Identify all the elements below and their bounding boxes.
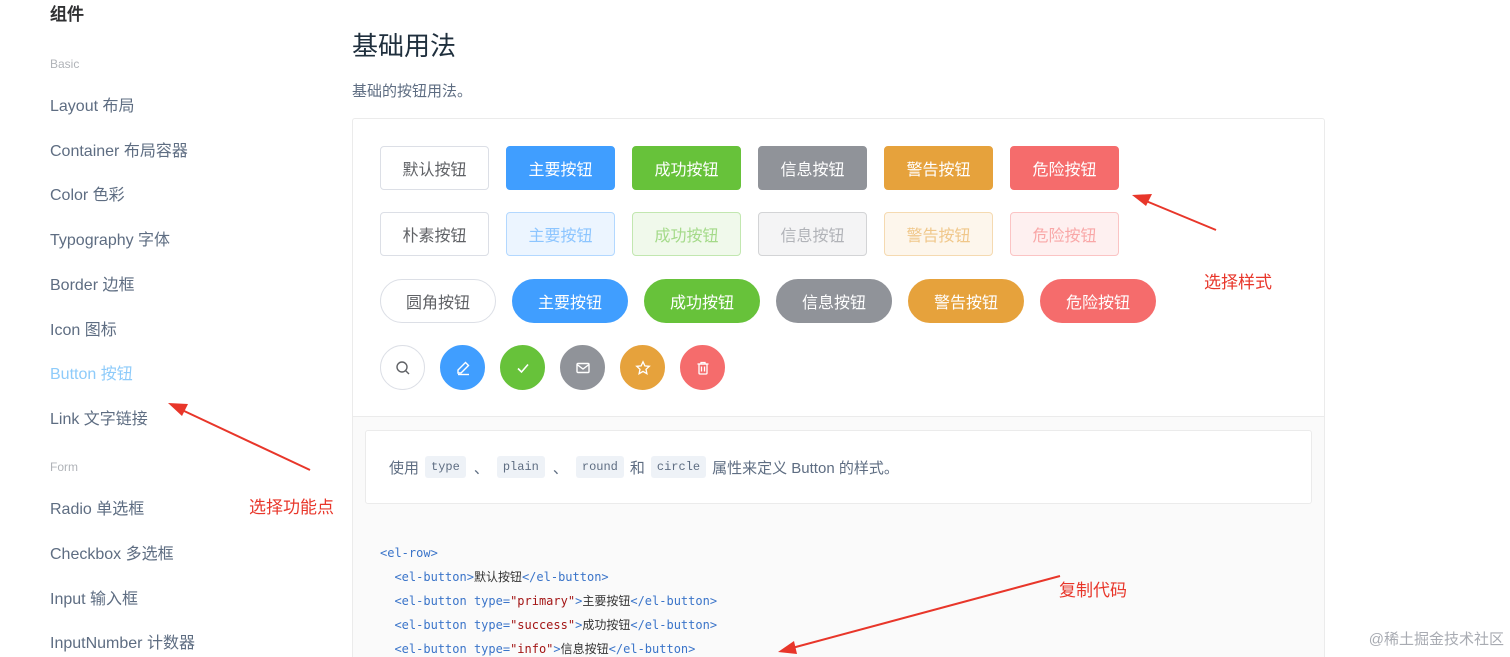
sidebar-item-container[interactable]: Container 布局容器 xyxy=(50,137,188,161)
success-button[interactable]: 成功按钮 xyxy=(632,146,741,190)
code-line: <el-button type="primary">主要按钮</el-butto… xyxy=(394,594,718,608)
round-success-button[interactable]: 成功按钮 xyxy=(644,279,760,323)
main-content: 基础用法 基础的按钮用法。 默认按钮 主要按钮 成功按钮 信息按钮 警告按钮 危… xyxy=(352,0,1510,657)
sidebar-item-icon[interactable]: Icon 图标 xyxy=(50,316,117,340)
plain-success-button[interactable]: 成功按钮 xyxy=(632,212,741,256)
circle-message-button[interactable] xyxy=(560,345,605,390)
message-icon xyxy=(575,362,590,373)
round-button-row: 圆角按钮 主要按钮 成功按钮 信息按钮 警告按钮 危险按钮 xyxy=(380,279,1156,323)
code-line: <el-button>默认按钮</el-button> xyxy=(394,570,609,584)
plain-primary-button[interactable]: 主要按钮 xyxy=(506,212,615,256)
code-plain: plain xyxy=(496,456,545,478)
demo-source: 默认按钮 主要按钮 成功按钮 信息按钮 警告按钮 危险按钮 朴素按钮 主要按钮 … xyxy=(353,119,1324,417)
plain-info-button[interactable]: 信息按钮 xyxy=(758,212,867,256)
sidebar-item-color[interactable]: Color 色彩 xyxy=(50,181,125,205)
plain-danger-button[interactable]: 危险按钮 xyxy=(1010,212,1119,256)
desc-suffix: 属性来定义 Button 的样式。 xyxy=(712,459,899,477)
sidebar-title: 组件 xyxy=(50,5,84,24)
code-round: round xyxy=(575,456,624,478)
annotation-select-style: 选择样式 xyxy=(1204,273,1272,292)
sidebar-group-basic: Basic xyxy=(50,57,80,71)
sidebar-item-input[interactable]: Input 输入框 xyxy=(50,585,138,609)
star-icon xyxy=(634,359,651,375)
sidebar-item-button[interactable]: Button 按钮 xyxy=(50,360,133,384)
edit-icon xyxy=(456,361,469,375)
search-icon xyxy=(395,360,409,374)
circle-check-button[interactable] xyxy=(500,345,545,390)
sidebar-item-checkbox[interactable]: Checkbox 多选框 xyxy=(50,540,174,564)
sidebar-item-radio[interactable]: Radio 单选框 xyxy=(50,495,144,519)
demo-description: 使用 type 、 plain 、 round 和 circle 属性来定义 B… xyxy=(365,430,1312,504)
sidebar: 组件 Basic Layout 布局 Container 布局容器 Color … xyxy=(0,0,330,657)
delete-icon xyxy=(697,361,708,375)
annotation-select-feature: 选择功能点 xyxy=(249,498,334,517)
sidebar-item-layout[interactable]: Layout 布局 xyxy=(50,92,135,116)
desc-sep-1: 、 xyxy=(473,459,489,477)
round-info-button[interactable]: 信息按钮 xyxy=(776,279,892,323)
sidebar-group-form: Form xyxy=(50,460,78,474)
page-description: 基础的按钮用法。 xyxy=(352,83,473,100)
plain-warning-button[interactable]: 警告按钮 xyxy=(884,212,993,256)
demo-meta: 使用 type 、 plain 、 round 和 circle 属性来定义 B… xyxy=(353,417,1324,657)
round-danger-button[interactable]: 危险按钮 xyxy=(1040,279,1156,323)
sidebar-item-typography[interactable]: Typography 字体 xyxy=(50,226,170,250)
circle-search-button[interactable] xyxy=(380,345,425,390)
danger-button[interactable]: 危险按钮 xyxy=(1010,146,1119,190)
primary-button[interactable]: 主要按钮 xyxy=(506,146,615,190)
plain-default-button[interactable]: 朴素按钮 xyxy=(380,212,489,256)
code-circle: circle xyxy=(650,456,707,478)
page-title: 基础用法 xyxy=(352,31,457,61)
code-type: type xyxy=(425,456,466,478)
code-line: <el-button type="success">成功按钮</el-butto… xyxy=(394,618,718,632)
demo-block: 默认按钮 主要按钮 成功按钮 信息按钮 警告按钮 危险按钮 朴素按钮 主要按钮 … xyxy=(352,118,1325,657)
desc-and: 和 xyxy=(629,459,645,477)
info-button[interactable]: 信息按钮 xyxy=(758,146,867,190)
round-default-button[interactable]: 圆角按钮 xyxy=(380,279,496,323)
desc-sep-2: 、 xyxy=(552,459,568,477)
code-block[interactable]: <el-row> <el-button>默认按钮</el-button> <el… xyxy=(380,541,717,657)
desc-prefix: 使用 xyxy=(389,459,420,477)
sidebar-item-link[interactable]: Link 文字链接 xyxy=(50,405,148,429)
warning-button[interactable]: 警告按钮 xyxy=(884,146,993,190)
plain-button-row: 朴素按钮 主要按钮 成功按钮 信息按钮 警告按钮 危险按钮 xyxy=(380,212,1119,256)
circle-button-row xyxy=(380,345,725,390)
round-warning-button[interactable]: 警告按钮 xyxy=(908,279,1024,323)
circle-edit-button[interactable] xyxy=(440,345,485,390)
watermark: @稀土掘金技术社区 xyxy=(1368,631,1504,648)
sidebar-item-border[interactable]: Border 边框 xyxy=(50,271,134,295)
annotation-copy-code: 复制代码 xyxy=(1059,581,1127,600)
check-icon xyxy=(516,363,529,373)
basic-button-row: 默认按钮 主要按钮 成功按钮 信息按钮 警告按钮 危险按钮 xyxy=(380,146,1119,190)
code-line: <el-button type="info">信息按钮</el-button> xyxy=(394,642,696,656)
sidebar-item-inputnumber[interactable]: InputNumber 计数器 xyxy=(50,629,195,653)
circle-star-button[interactable] xyxy=(620,345,665,390)
default-button[interactable]: 默认按钮 xyxy=(380,146,489,190)
code-line: <el-row> xyxy=(380,546,438,560)
circle-delete-button[interactable] xyxy=(680,345,725,390)
round-primary-button[interactable]: 主要按钮 xyxy=(512,279,628,323)
